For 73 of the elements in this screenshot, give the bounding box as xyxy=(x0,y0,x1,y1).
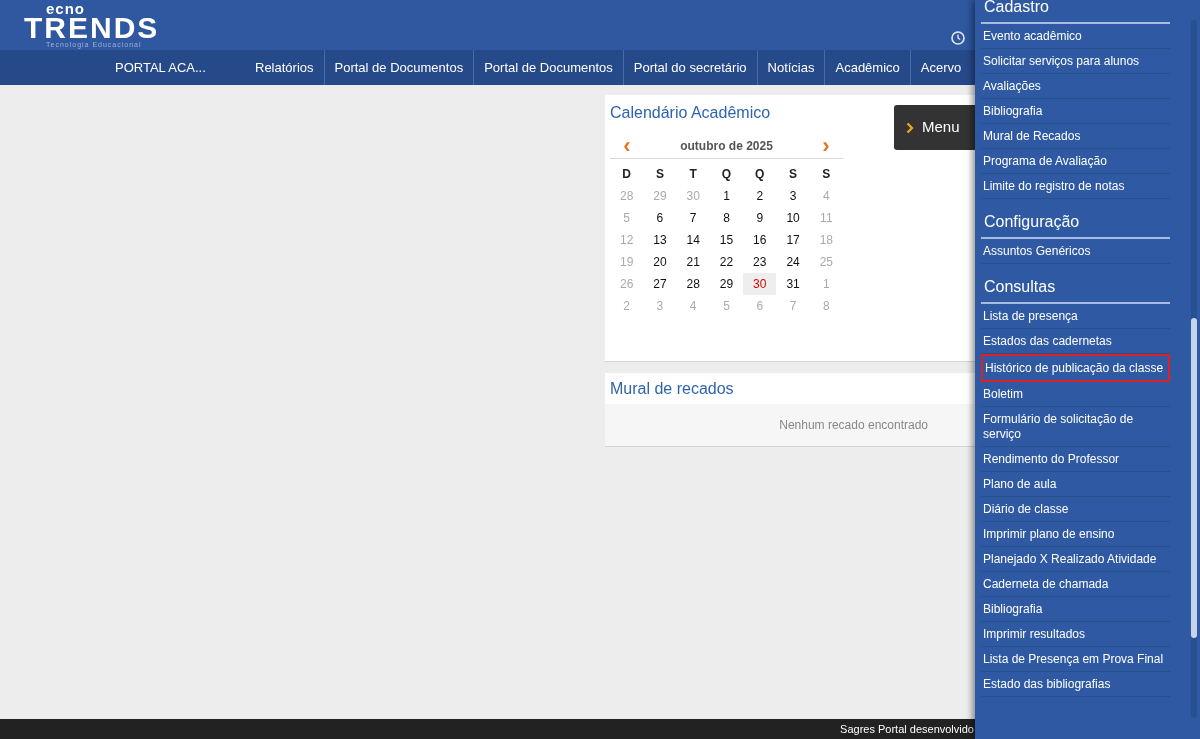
calendar-day[interactable]: 10 xyxy=(776,207,810,229)
month-label: outubro de 2025 xyxy=(680,137,773,155)
nav-item[interactable]: Acadêmico xyxy=(824,50,910,85)
weekday-label: Q xyxy=(720,166,733,183)
logo-small-text: ecno xyxy=(45,2,86,15)
menu-item[interactable]: Bibliografia xyxy=(981,99,1170,124)
brand-link[interactable]: PORTAL ACA... xyxy=(0,50,245,85)
nav-item[interactable]: Portal de Documentos xyxy=(323,50,474,85)
weekday-label: S xyxy=(788,166,799,183)
menu-item[interactable]: Formulário de solicitação de serviço xyxy=(981,407,1170,447)
calendar-day[interactable]: 31 xyxy=(776,273,810,295)
menu-item[interactable]: Mural de Recados xyxy=(981,124,1170,149)
menu-item[interactable]: Caderneta de chamada xyxy=(981,572,1170,597)
clock-icon xyxy=(951,31,965,45)
calendar-day[interactable]: 6 xyxy=(643,207,677,229)
menu-item[interactable]: Plano de aula xyxy=(981,472,1170,497)
empty-message: Nenhum recado encontrado xyxy=(779,417,928,434)
panel-title: Mural de recados xyxy=(609,378,735,399)
menu-item[interactable]: Lista de Presença em Prova Final xyxy=(981,647,1170,672)
calendar-day[interactable]: 23 xyxy=(743,251,777,273)
section-heading: Consultas xyxy=(981,280,1170,304)
weekday-label: S xyxy=(821,166,832,183)
calendar-day[interactable]: 29 xyxy=(709,273,744,295)
calendar-day[interactable]: 27 xyxy=(643,273,677,295)
calendar-day[interactable]: 13 xyxy=(643,229,677,251)
calendar-day[interactable]: 8 xyxy=(709,207,744,229)
calendar-day[interactable]: 7 xyxy=(676,207,710,229)
menu-item[interactable]: Imprimir resultados xyxy=(981,622,1170,647)
menu-item[interactable]: Boletim xyxy=(981,382,1170,407)
menu-item[interactable]: Rendimento do Professor xyxy=(981,447,1170,472)
calendar-day[interactable]: 22 xyxy=(709,251,744,273)
calendar-day[interactable]: 24 xyxy=(776,251,810,273)
logo-text: TRENDS xyxy=(24,14,160,41)
calendar-day[interactable]: 17 xyxy=(776,229,810,251)
panel-title: Calendário Acadêmico xyxy=(610,103,772,123)
calendar-day[interactable]: 15 xyxy=(709,229,744,251)
calendar-day[interactable]: 21 xyxy=(676,251,710,273)
chevron-icon xyxy=(906,121,914,134)
menu-item[interactable]: Imprimir plano de ensino xyxy=(981,522,1170,547)
menu-item[interactable]: Avaliações xyxy=(981,74,1170,99)
calendar-day[interactable]: 9 xyxy=(743,207,777,229)
menu-item[interactable]: Planejado X Realizado Atividade xyxy=(981,547,1170,572)
nav-item[interactable]: Acervo xyxy=(909,50,972,85)
calendar-day[interactable]: 28 xyxy=(676,273,710,295)
weekday-label: Q xyxy=(754,166,766,183)
weekday-label: S xyxy=(654,166,665,183)
calendar-day[interactable]: 3 xyxy=(776,185,810,207)
calendar-day[interactable]: 20 xyxy=(643,251,677,273)
nav-item[interactable]: Relatórios xyxy=(245,50,324,85)
section-heading: Cadastro xyxy=(981,0,1170,24)
menu-item[interactable]: Histórico de publicação da classe xyxy=(981,354,1170,382)
menu-item[interactable]: Diário de classe xyxy=(981,497,1170,522)
calendar-day[interactable]: 2 xyxy=(743,185,777,207)
weekday-label: T xyxy=(688,166,698,183)
menu-item[interactable]: Lista de presença xyxy=(981,304,1170,329)
calendar-day[interactable]: 14 xyxy=(676,229,710,251)
calendar-day[interactable]: 1 xyxy=(709,185,744,207)
nav-item[interactable]: Portal de Documentos xyxy=(473,50,623,85)
menu-item[interactable]: Estado das bibliografias xyxy=(981,672,1170,697)
menu-item[interactable]: Assuntos Genéricos xyxy=(981,239,1170,264)
calendar-day[interactable]: 16 xyxy=(743,229,777,251)
menu-item[interactable]: Estados das cadernetas xyxy=(981,329,1170,354)
weekday-label: D xyxy=(621,166,632,183)
menu-item[interactable]: Bibliografia xyxy=(981,597,1170,622)
calendar-day[interactable]: 30 xyxy=(743,273,777,295)
menu-item[interactable]: Solicitar serviços para alunos xyxy=(981,49,1170,74)
menu-item[interactable]: Programa de Avaliação xyxy=(981,149,1170,174)
footer-text: Sagres Portal desenvolvido xyxy=(840,721,974,737)
menu-item[interactable]: Limite do registro de notas xyxy=(981,174,1170,199)
nav-item[interactable]: Portal do secretário xyxy=(622,50,757,85)
nav-item[interactable]: Notícias xyxy=(756,50,825,85)
menu-item[interactable]: Evento acadêmico xyxy=(981,24,1170,49)
section-heading: Configuração xyxy=(981,215,1170,239)
